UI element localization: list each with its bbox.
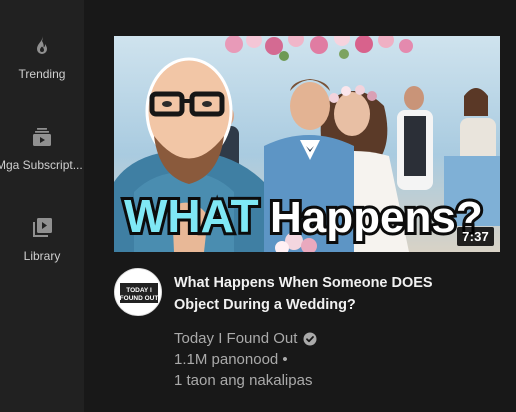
- channel-logo-icon: TODAY I FOUND OUT: [115, 269, 161, 315]
- video-title[interactable]: What Happens When Someone DOES Object Du…: [174, 272, 494, 316]
- svg-text:FOUND OUT: FOUND OUT: [120, 295, 159, 302]
- sidebar-item-label: Mga Subscript...: [0, 158, 83, 172]
- video-duration-badge: 7:37: [457, 227, 494, 246]
- sidebar-item-trending[interactable]: Trending: [0, 34, 84, 81]
- subscriptions-icon: [33, 128, 51, 146]
- sidebar-item-label: Library: [23, 249, 61, 263]
- sidebar: Trending Mga Subscript... Library: [0, 0, 84, 412]
- verified-check-icon: [303, 332, 317, 345]
- thumbnail-text-happens: Happens?: [270, 193, 483, 242]
- svg-text:TODAY I: TODAY I: [126, 287, 152, 294]
- sidebar-item-label: Trending: [18, 67, 66, 81]
- thumbnail-text-what: WHAT: [124, 190, 259, 242]
- sidebar-item-subscriptions[interactable]: Mga Subscript...: [0, 125, 84, 172]
- channel-name[interactable]: Today I Found Out: [174, 328, 317, 349]
- video-meta: Today I Found Out 1.1M panonood • 1 taon…: [174, 328, 317, 391]
- channel-avatar[interactable]: TODAY I FOUND OUT: [114, 268, 162, 316]
- sidebar-item-library[interactable]: Library: [0, 216, 84, 263]
- upload-age: 1 taon ang nakalipas: [174, 372, 313, 389]
- flame-icon: [37, 36, 47, 54]
- thumbnail-image: WHAT Happens?: [114, 36, 500, 252]
- view-count: 1.1M panonood •: [174, 351, 288, 368]
- video-thumbnail[interactable]: WHAT Happens? 7:37: [114, 36, 500, 252]
- library-icon: [33, 218, 52, 237]
